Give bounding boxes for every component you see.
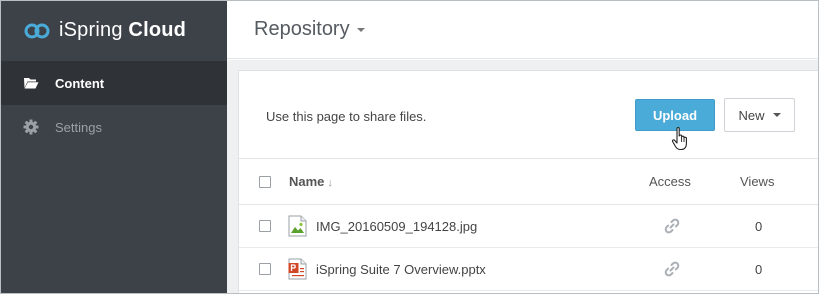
chevron-down-icon (772, 113, 781, 117)
brand-name-light: iSpring (59, 19, 123, 41)
row-checkbox[interactable] (259, 263, 271, 275)
column-header-access: Access (649, 174, 691, 189)
link-icon[interactable] (663, 260, 681, 278)
select-all-checkbox[interactable] (259, 176, 271, 188)
upload-button-label: Upload (652, 107, 698, 123)
brand-name: iSpring Cloud (59, 19, 186, 42)
page-title[interactable]: Repository (254, 18, 350, 41)
ispring-logo-icon (23, 21, 51, 41)
views-count: 0 (755, 262, 763, 277)
sort-down-icon: ↓ (327, 177, 333, 189)
file-name[interactable]: IMG_20160509_194128.jpg (316, 219, 477, 234)
file-name[interactable]: iSpring Suite 7 Overview.pptx (316, 262, 486, 277)
table-header: Name ↓ Access Views (239, 158, 818, 205)
intro-text: Use this page to share files. (266, 109, 427, 124)
table-row[interactable]: IMG_20160509_194128.jpg 0 (239, 205, 818, 248)
gear-icon (23, 119, 39, 135)
sidebar-item-content[interactable]: Content (1, 61, 227, 105)
page-header: Repository (227, 1, 818, 59)
hand-pointer-icon (671, 126, 691, 152)
chevron-down-icon[interactable] (356, 27, 365, 32)
brand[interactable]: iSpring Cloud (1, 1, 227, 60)
app-window: iSpring Cloud Content Settings Repositor… (0, 0, 819, 294)
column-header-name[interactable]: Name ↓ (289, 174, 333, 189)
sidebar-item-label: Settings (55, 119, 102, 135)
sidebar-item-label: Content (55, 75, 105, 91)
sidebar-item-settings[interactable]: Settings (1, 105, 227, 149)
content-panel: Use this page to share files. Upload New… (238, 70, 818, 293)
column-header-views: Views (740, 174, 775, 189)
new-button-label: New (738, 107, 765, 123)
pptx-file-icon (288, 258, 307, 280)
table-row[interactable]: iSpring Suite 7 Overview.pptx 0 (239, 248, 818, 291)
new-button[interactable]: New (724, 98, 795, 132)
folder-open-icon (23, 75, 39, 91)
image-file-icon (288, 215, 307, 237)
link-icon[interactable] (663, 217, 681, 235)
column-name-label: Name (289, 174, 325, 189)
row-checkbox[interactable] (259, 220, 271, 232)
views-count: 0 (755, 219, 763, 234)
brand-name-bold: Cloud (128, 19, 187, 41)
sidebar: iSpring Cloud Content Settings (1, 1, 227, 293)
